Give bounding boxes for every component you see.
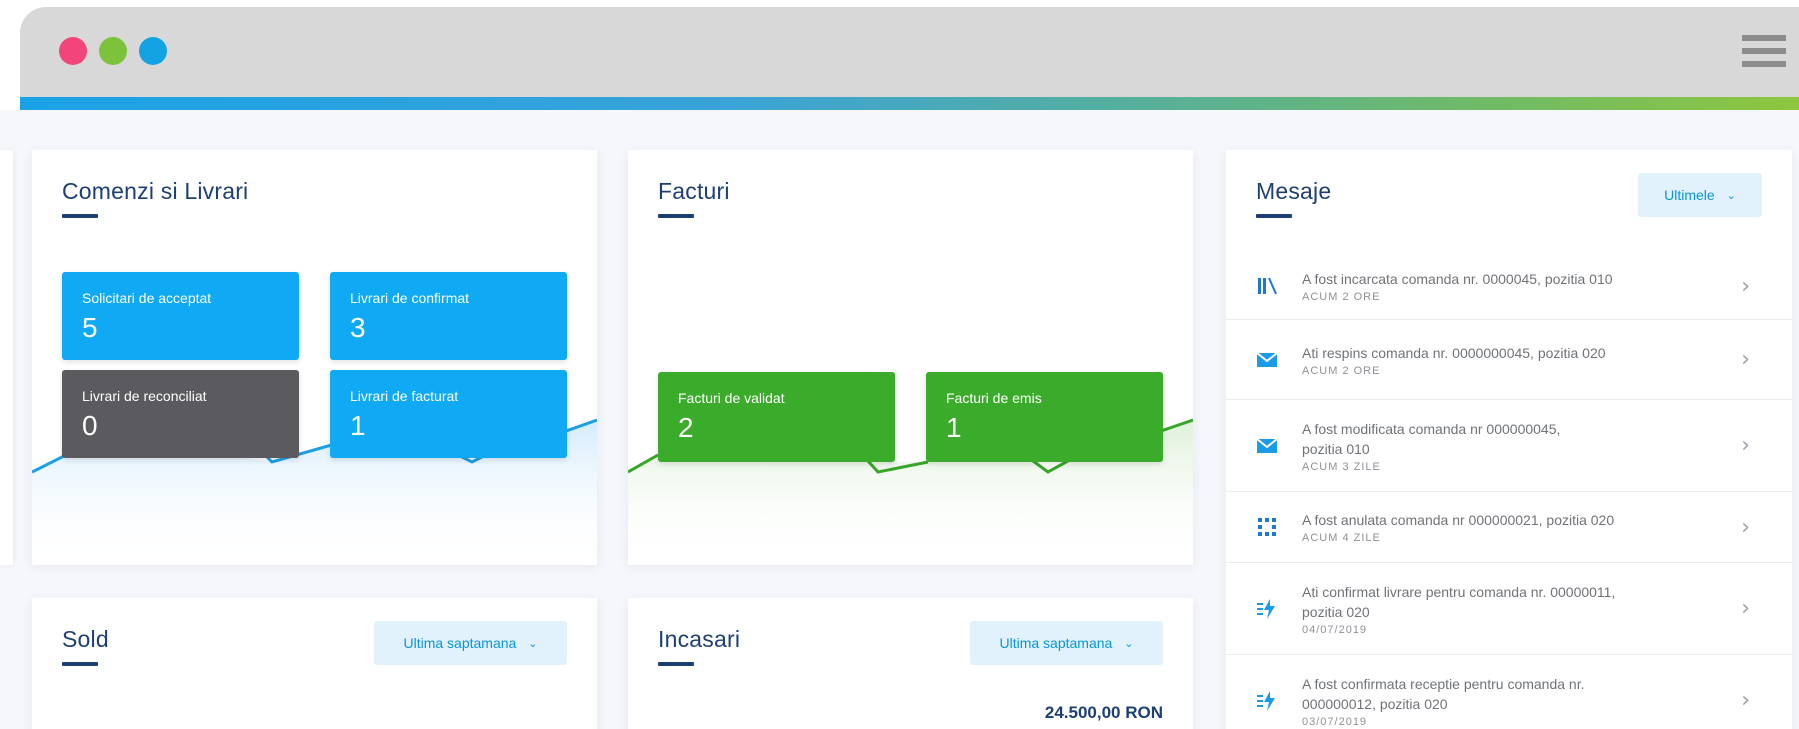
title-underline (658, 214, 694, 218)
message-time: 03/07/2019 (1302, 715, 1368, 728)
dashboard: Comenzi si Livrari Solicitari de accepta… (0, 110, 1799, 729)
card-title: Sold (62, 626, 109, 652)
messages-list: A fost incarcata comanda nr. 0000045, po… (1226, 253, 1792, 729)
title-underline (658, 662, 694, 666)
message-item[interactable]: Ati respins comanda nr. 0000000045, pozi… (1226, 320, 1792, 400)
minimize-window-dot[interactable] (99, 37, 127, 65)
messages-filter-dropdown[interactable]: Ultimele ⌄ (1638, 173, 1762, 217)
tile-label: Facturi de validat (678, 390, 785, 406)
tile-value: 5 (82, 312, 98, 343)
orders-card: Comenzi si Livrari Solicitari de accepta… (32, 150, 597, 565)
message-item[interactable]: Ati confirmat livrare pentru comanda nr.… (1226, 563, 1792, 655)
tile-label: Livrari de facturat (350, 388, 459, 404)
message-text: A fost modificata comanda nr 000000045, (1302, 420, 1561, 437)
message-text: A fost incarcata comanda nr. 0000045, po… (1302, 271, 1613, 287)
message-item[interactable]: A fost confirmata receptie pentru comand… (1226, 655, 1792, 729)
envelope-icon (1256, 351, 1278, 367)
balance-period-dropdown[interactable]: Ultima saptamana ⌄ (374, 621, 567, 665)
window-title-bar (20, 7, 1799, 97)
lightning-icon (1257, 690, 1275, 711)
chevron-down-icon: ⌄ (528, 637, 538, 650)
chevron-down-icon: ⌄ (1124, 637, 1134, 650)
chevron-right-icon: › (1741, 347, 1750, 372)
maximize-window-dot[interactable] (139, 37, 167, 65)
message-text: A fost confirmata receptie pentru comand… (1302, 675, 1585, 692)
close-window-dot[interactable] (59, 37, 87, 65)
chevron-right-icon: › (1741, 273, 1750, 299)
balance-card: Sold Ultima saptamana ⌄ (32, 598, 597, 729)
chevron-right-icon: › (1741, 688, 1750, 713)
message-text: Ati confirmat livrare pentru comanda nr.… (1302, 583, 1616, 600)
invoices-card: Facturi Facturi de validat 2 Facturi de … (628, 150, 1193, 565)
message-time: ACUM 2 ORE (1302, 364, 1381, 377)
chevron-down-icon: ⌄ (1726, 189, 1736, 202)
tile-value: 2 (678, 412, 694, 443)
message-time: ACUM 4 ZILE (1302, 532, 1381, 544)
card-title: Incasari (658, 626, 741, 652)
chevron-right-icon: › (1741, 596, 1750, 621)
dropdown-label: Ultimele (1664, 187, 1715, 203)
window-controls (59, 37, 167, 65)
message-item[interactable]: A fost anulata comanda nr 000000021, poz… (1226, 492, 1792, 563)
chevron-right-icon: › (1741, 433, 1750, 458)
message-text: pozitia 020 (1302, 603, 1370, 620)
title-underline (62, 662, 98, 666)
title-underline (1256, 214, 1292, 218)
dropdown-label: Ultima saptamana (999, 635, 1113, 651)
card-title: Comenzi si Livrari (62, 178, 249, 204)
dropdown-label: Ultima saptamana (403, 635, 517, 651)
receipts-amount: 24.500,00 RON (1044, 703, 1163, 722)
message-text: 000000012, pozitia 020 (1302, 695, 1448, 712)
tile-value: 1 (946, 412, 962, 443)
messages-card: Mesaje Ultimele ⌄ A fost incarcata coman… (1226, 150, 1792, 729)
left-panel-edge (0, 150, 13, 565)
tile-label: Solicitari de acceptat (82, 290, 212, 306)
tile-label: Livrari de reconciliat (82, 388, 207, 404)
card-title: Mesaje (1256, 178, 1332, 204)
tile-label: Facturi de emis (946, 390, 1042, 406)
message-text: pozitia 010 (1302, 440, 1370, 457)
message-time: ACUM 3 ZILE (1302, 460, 1381, 473)
tile-value: 1 (350, 410, 366, 441)
tile-facturi-emis[interactable]: Facturi de emis 1 (926, 372, 1163, 462)
receipts-card: Incasari Ultima saptamana ⌄ 24.500,00 RO… (628, 598, 1193, 729)
message-item[interactable]: A fost incarcata comanda nr. 0000045, po… (1226, 253, 1792, 320)
dotted-box-icon (1258, 518, 1276, 536)
invoices-sparkline (628, 418, 1193, 565)
tile-value: 3 (350, 312, 366, 343)
lightning-icon (1257, 598, 1275, 619)
card-title: Facturi (658, 178, 730, 204)
chevron-right-icon: › (1741, 514, 1750, 540)
tile-livrari-facturat[interactable]: Livrari de facturat 1 (330, 370, 567, 458)
tile-facturi-validat[interactable]: Facturi de validat 2 (658, 372, 895, 462)
message-item[interactable]: A fost modificata comanda nr 000000045, … (1226, 400, 1792, 492)
receipts-period-dropdown[interactable]: Ultima saptamana ⌄ (970, 621, 1163, 665)
tile-value: 0 (82, 410, 98, 441)
tile-label: Livrari de confirmat (350, 290, 470, 306)
tile-solicitari[interactable]: Solicitari de acceptat 5 (62, 272, 299, 360)
document-bars-icon (1258, 277, 1277, 295)
message-time: 04/07/2019 (1302, 623, 1368, 636)
tile-livrari-reconciliat[interactable]: Livrari de reconciliat 0 (62, 370, 299, 458)
header-accent-bar (20, 97, 1799, 110)
menu-icon[interactable] (1742, 31, 1786, 71)
message-time: ACUM 2 ORE (1302, 291, 1381, 303)
tile-livrari-confirmat[interactable]: Livrari de confirmat 3 (330, 272, 567, 360)
message-text: Ati respins comanda nr. 0000000045, pozi… (1302, 344, 1606, 361)
title-underline (62, 214, 98, 218)
message-text: A fost anulata comanda nr 000000021, poz… (1302, 512, 1615, 528)
envelope-icon (1256, 437, 1278, 453)
